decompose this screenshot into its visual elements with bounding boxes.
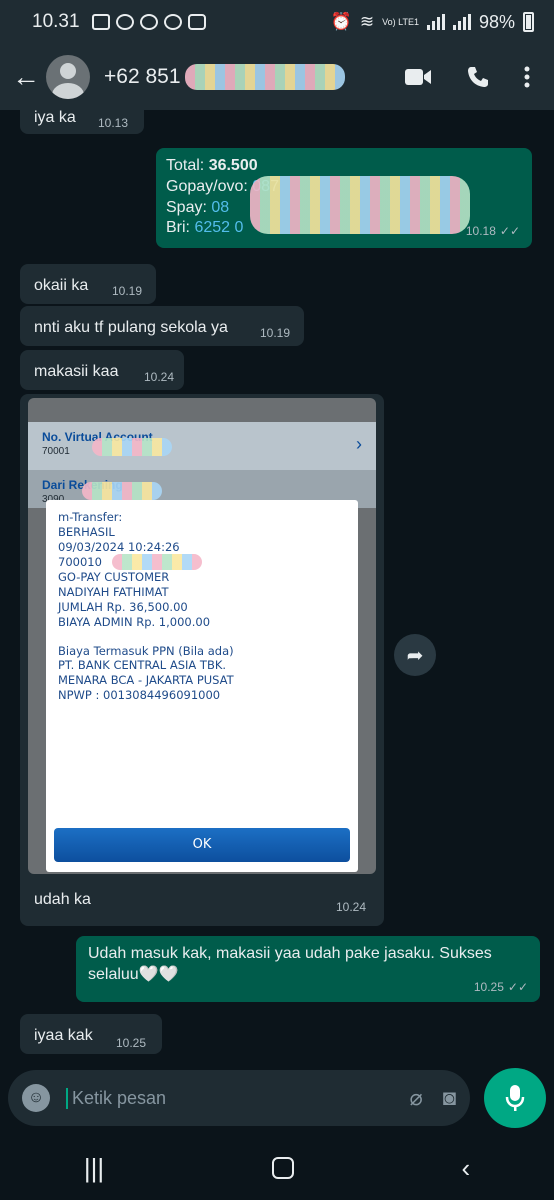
message-text: iya ka xyxy=(34,110,76,126)
transfer-dialog: m-Transfer: BERHASIL 09/03/2024 10:24:26… xyxy=(46,500,358,872)
receipt-line: m-Transfer: xyxy=(58,510,123,524)
receipt-line: 09/03/2024 10:24:26 xyxy=(58,539,180,554)
battery-icon xyxy=(523,12,534,32)
read-ticks-icon: ✓✓ xyxy=(507,980,528,995)
message-time: 10.19 xyxy=(260,326,291,340)
receipt-line: NPWP : 0013084496091000 xyxy=(58,688,221,703)
contact-number: +62 851 xyxy=(104,65,181,88)
message-incoming[interactable]: makasii kaa 10.24 xyxy=(20,350,184,390)
receipt-line: NADIYAH FATHIMAT xyxy=(58,584,169,599)
mic-icon xyxy=(505,1085,525,1111)
chat-icon xyxy=(139,14,158,30)
forward-icon[interactable]: ➦ xyxy=(394,634,436,676)
message-time: 10.24 xyxy=(144,370,175,384)
message-text: makasii kaa xyxy=(34,363,119,380)
message-time: 10.18 ✓✓ xyxy=(465,224,520,239)
receipt-line: MENARA BCA - JAKARTA PUSAT xyxy=(58,673,234,688)
back-arrow-icon[interactable]: ← xyxy=(8,61,44,93)
read-ticks-icon: ✓✓ xyxy=(499,224,520,239)
message-text: nnti aku tf pulang sekola ya xyxy=(34,319,228,336)
receipt-line: BIAYA ADMIN Rp. 1,000.00 xyxy=(58,614,211,629)
message-incoming[interactable]: nnti aku tf pulang sekola ya 10.19 xyxy=(20,306,304,346)
redaction-overlay xyxy=(250,176,470,234)
status-time: 10.31 xyxy=(32,11,80,32)
avatar[interactable] xyxy=(46,55,90,99)
message-input[interactable]: Ketik pesan xyxy=(66,1087,389,1109)
message-incoming[interactable]: iya ka 10.13 xyxy=(20,110,144,134)
receipt-line: GO-PAY CUSTOMER xyxy=(58,569,170,584)
network-label: Vo) LTE1 xyxy=(382,16,419,27)
alarm-icon: ⏰ xyxy=(330,12,352,31)
message-outgoing[interactable]: Total: 36.500 Gopay/ovo: 087 Spay: 08 Br… xyxy=(156,148,532,248)
receipt-line: Biaya Termasuk PPN (Bila ada) xyxy=(58,643,234,658)
message-incoming[interactable]: iyaa kak 10.25 xyxy=(20,1014,162,1054)
message-outgoing[interactable]: Udah masuk kak, makasii yaa udah pake ja… xyxy=(76,936,540,1002)
video-call-icon[interactable] xyxy=(404,67,432,87)
chat-header: ← +62 851 xyxy=(0,44,554,110)
va-label: No. Virtual Account xyxy=(42,430,153,444)
message-composer: ☺ Ketik pesan ⌀ ◙ xyxy=(8,1070,470,1126)
message-time: 10.25 ✓✓ xyxy=(473,980,528,995)
receipt-line: JUMLAH Rp. 36,500.00 xyxy=(58,599,188,614)
youtube-icon xyxy=(187,14,206,30)
ok-button: OK xyxy=(54,828,350,862)
signal-icon xyxy=(426,14,445,30)
chat-area[interactable]: iya ka 10.13 Total: 36.500 Gopay/ovo: 08… xyxy=(0,110,554,1070)
receipt-spacer xyxy=(58,630,346,644)
message-incoming[interactable]: okaii ka 10.19 xyxy=(20,264,156,304)
va-value: 70001 xyxy=(42,446,70,457)
receipt-line: PT. BANK CENTRAL ASIA TBK. xyxy=(58,658,227,673)
emoji-icon[interactable]: ☺ xyxy=(22,1084,50,1112)
recent-apps-icon[interactable]: ||| xyxy=(84,1153,104,1184)
receipt-image[interactable]: No. Virtual Account 70001 › Dari Rekenin… xyxy=(28,398,376,874)
redaction-overlay xyxy=(92,438,172,456)
camera-icon[interactable]: ◙ xyxy=(443,1085,456,1111)
message-text: okaii ka xyxy=(34,277,89,294)
message-time: 10.25 xyxy=(116,1036,147,1050)
message-text: Udah masuk kak, makasii yaa udah pake ja… xyxy=(88,945,492,983)
message-time: 10.13 xyxy=(98,116,129,130)
signal-icon-2 xyxy=(452,14,471,30)
system-nav-bar: ||| ‹ xyxy=(0,1136,554,1200)
va-row: No. Virtual Account 70001 › xyxy=(28,422,376,470)
attach-icon[interactable]: ⌀ xyxy=(409,1085,422,1111)
wifi-icon: ≋ xyxy=(359,12,375,31)
battery-percent: 98% xyxy=(478,11,515,32)
total-line: Total: 36.500 xyxy=(166,157,258,174)
receipt-line: BERHASIL xyxy=(58,524,115,539)
message-time: 10.19 xyxy=(112,284,143,298)
back-nav-icon[interactable]: ‹ xyxy=(461,1153,470,1184)
home-icon[interactable] xyxy=(271,1157,294,1179)
message-time: 10.24 xyxy=(336,900,367,914)
gallery-icon xyxy=(91,14,110,30)
redaction-overlay xyxy=(112,554,202,570)
line-icon xyxy=(163,14,182,30)
phone-call-icon[interactable] xyxy=(466,65,490,89)
chevron-right-icon: › xyxy=(356,434,362,454)
contact-name[interactable]: +62 851 xyxy=(104,64,345,90)
app-icon xyxy=(115,14,134,30)
message-text: iyaa kak xyxy=(34,1027,93,1044)
receipt-line: 700010 xyxy=(58,554,102,569)
redaction-overlay xyxy=(184,64,345,90)
more-menu-icon[interactable] xyxy=(524,66,530,88)
status-right: ⏰ ≋ Vo) LTE1 98% xyxy=(331,12,534,33)
message-text: udah ka xyxy=(34,891,91,908)
notification-icons xyxy=(91,14,206,30)
redaction-overlay xyxy=(82,482,162,500)
status-bar: 10.31 ⏰ ≋ Vo) LTE1 98% xyxy=(0,0,554,44)
mic-button[interactable] xyxy=(484,1068,546,1128)
